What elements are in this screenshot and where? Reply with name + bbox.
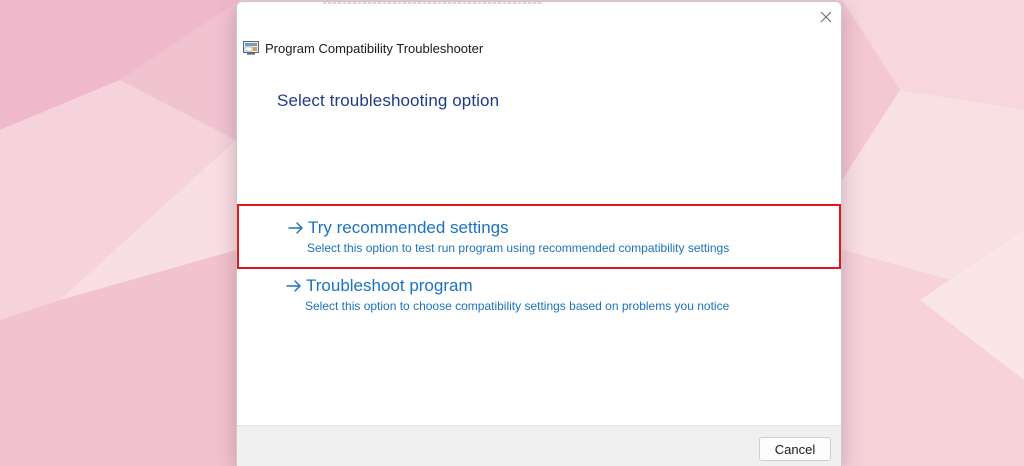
title-bar: Program Compatibility Troubleshooter xyxy=(243,38,483,58)
option-description: Select this option to choose compatibili… xyxy=(305,299,730,313)
dialog-footer: Cancel xyxy=(237,425,841,466)
cancel-button[interactable]: Cancel xyxy=(759,437,831,461)
troubleshooter-dialog: Program Compatibility Troubleshooter Sel… xyxy=(236,1,842,466)
option-try-recommended-settings[interactable]: Try recommended settings Select this opt… xyxy=(237,204,841,269)
option-description: Select this option to test run program u… xyxy=(307,241,730,255)
program-compatibility-icon xyxy=(243,41,259,55)
window-title: Program Compatibility Troubleshooter xyxy=(265,40,484,56)
close-icon xyxy=(820,11,832,23)
option-title: Troubleshoot program xyxy=(306,276,473,295)
arrow-right-icon xyxy=(286,280,301,292)
option-troubleshoot-program[interactable]: Troubleshoot program Select this option … xyxy=(237,270,841,320)
close-button[interactable] xyxy=(815,6,837,28)
background-window-edge xyxy=(323,2,543,4)
option-title: Try recommended settings xyxy=(308,218,509,237)
arrow-right-icon xyxy=(288,222,303,234)
page-title: Select troubleshooting option xyxy=(277,91,500,110)
